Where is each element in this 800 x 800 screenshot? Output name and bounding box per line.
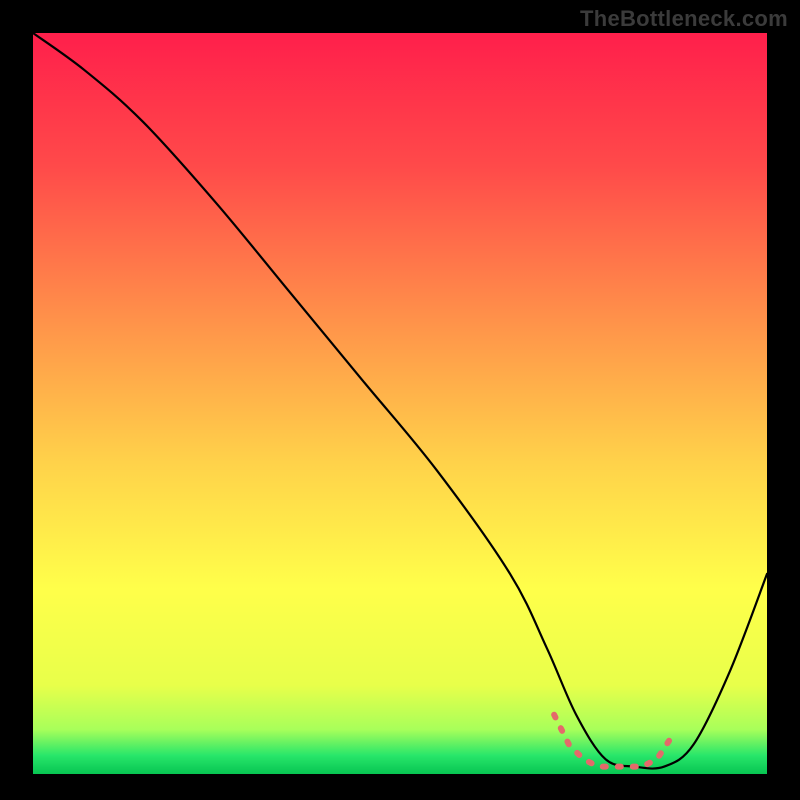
plot-background	[33, 33, 767, 774]
chart-frame: TheBottleneck.com	[0, 0, 800, 800]
bottleneck-chart	[0, 0, 800, 800]
watermark-text: TheBottleneck.com	[580, 6, 788, 32]
